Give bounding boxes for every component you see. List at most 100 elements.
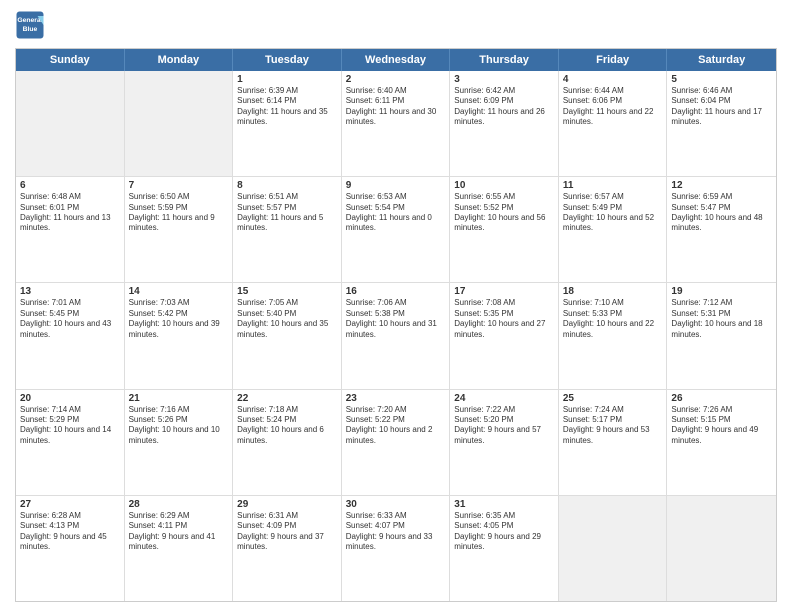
cell-content: Sunrise: 7:05 AM Sunset: 5:40 PM Dayligh… xyxy=(237,298,337,340)
cell-content: Sunrise: 7:18 AM Sunset: 5:24 PM Dayligh… xyxy=(237,405,337,447)
calendar-cell: 13Sunrise: 7:01 AM Sunset: 5:45 PM Dayli… xyxy=(16,283,125,388)
day-number: 27 xyxy=(20,499,120,510)
day-number: 25 xyxy=(563,393,663,404)
calendar-row-3: 20Sunrise: 7:14 AM Sunset: 5:29 PM Dayli… xyxy=(16,390,776,496)
cell-content: Sunrise: 7:08 AM Sunset: 5:35 PM Dayligh… xyxy=(454,298,554,340)
day-number: 15 xyxy=(237,286,337,297)
page: General Blue SundayMondayTuesdayWednesda… xyxy=(0,0,792,612)
calendar-cell: 1Sunrise: 6:39 AM Sunset: 6:14 PM Daylig… xyxy=(233,71,342,176)
calendar-cell: 31Sunrise: 6:35 AM Sunset: 4:05 PM Dayli… xyxy=(450,496,559,601)
calendar: SundayMondayTuesdayWednesdayThursdayFrid… xyxy=(15,48,777,602)
calendar-cell: 2Sunrise: 6:40 AM Sunset: 6:11 PM Daylig… xyxy=(342,71,451,176)
calendar-cell: 8Sunrise: 6:51 AM Sunset: 5:57 PM Daylig… xyxy=(233,177,342,282)
day-number: 14 xyxy=(129,286,229,297)
cell-content: Sunrise: 6:31 AM Sunset: 4:09 PM Dayligh… xyxy=(237,511,337,553)
calendar-body: 1Sunrise: 6:39 AM Sunset: 6:14 PM Daylig… xyxy=(16,71,776,601)
cell-content: Sunrise: 6:55 AM Sunset: 5:52 PM Dayligh… xyxy=(454,192,554,234)
cell-content: Sunrise: 7:24 AM Sunset: 5:17 PM Dayligh… xyxy=(563,405,663,447)
calendar-cell: 14Sunrise: 7:03 AM Sunset: 5:42 PM Dayli… xyxy=(125,283,234,388)
calendar-cell: 6Sunrise: 6:48 AM Sunset: 6:01 PM Daylig… xyxy=(16,177,125,282)
cell-content: Sunrise: 6:40 AM Sunset: 6:11 PM Dayligh… xyxy=(346,86,446,128)
calendar-cell: 3Sunrise: 6:42 AM Sunset: 6:09 PM Daylig… xyxy=(450,71,559,176)
day-number: 22 xyxy=(237,393,337,404)
day-number: 18 xyxy=(563,286,663,297)
calendar-cell: 11Sunrise: 6:57 AM Sunset: 5:49 PM Dayli… xyxy=(559,177,668,282)
calendar-cell: 19Sunrise: 7:12 AM Sunset: 5:31 PM Dayli… xyxy=(667,283,776,388)
calendar-cell: 20Sunrise: 7:14 AM Sunset: 5:29 PM Dayli… xyxy=(16,390,125,495)
cell-content: Sunrise: 7:26 AM Sunset: 5:15 PM Dayligh… xyxy=(671,405,772,447)
day-number: 21 xyxy=(129,393,229,404)
calendar-cell: 5Sunrise: 6:46 AM Sunset: 6:04 PM Daylig… xyxy=(667,71,776,176)
day-number: 2 xyxy=(346,74,446,85)
header-day-wednesday: Wednesday xyxy=(342,49,451,71)
calendar-cell: 28Sunrise: 6:29 AM Sunset: 4:11 PM Dayli… xyxy=(125,496,234,601)
day-number: 6 xyxy=(20,180,120,191)
calendar-cell: 27Sunrise: 6:28 AM Sunset: 4:13 PM Dayli… xyxy=(16,496,125,601)
day-number: 29 xyxy=(237,499,337,510)
calendar-cell: 23Sunrise: 7:20 AM Sunset: 5:22 PM Dayli… xyxy=(342,390,451,495)
day-number: 11 xyxy=(563,180,663,191)
cell-content: Sunrise: 7:22 AM Sunset: 5:20 PM Dayligh… xyxy=(454,405,554,447)
calendar-cell: 21Sunrise: 7:16 AM Sunset: 5:26 PM Dayli… xyxy=(125,390,234,495)
calendar-cell xyxy=(667,496,776,601)
cell-content: Sunrise: 6:46 AM Sunset: 6:04 PM Dayligh… xyxy=(671,86,772,128)
cell-content: Sunrise: 6:29 AM Sunset: 4:11 PM Dayligh… xyxy=(129,511,229,553)
cell-content: Sunrise: 6:50 AM Sunset: 5:59 PM Dayligh… xyxy=(129,192,229,234)
day-number: 13 xyxy=(20,286,120,297)
header-day-friday: Friday xyxy=(559,49,668,71)
day-number: 31 xyxy=(454,499,554,510)
day-number: 3 xyxy=(454,74,554,85)
cell-content: Sunrise: 7:01 AM Sunset: 5:45 PM Dayligh… xyxy=(20,298,120,340)
calendar-row-0: 1Sunrise: 6:39 AM Sunset: 6:14 PM Daylig… xyxy=(16,71,776,177)
calendar-row-1: 6Sunrise: 6:48 AM Sunset: 6:01 PM Daylig… xyxy=(16,177,776,283)
cell-content: Sunrise: 6:42 AM Sunset: 6:09 PM Dayligh… xyxy=(454,86,554,128)
calendar-cell: 25Sunrise: 7:24 AM Sunset: 5:17 PM Dayli… xyxy=(559,390,668,495)
day-number: 5 xyxy=(671,74,772,85)
calendar-cell xyxy=(559,496,668,601)
calendar-cell: 15Sunrise: 7:05 AM Sunset: 5:40 PM Dayli… xyxy=(233,283,342,388)
header-day-sunday: Sunday xyxy=(16,49,125,71)
logo-icon: General Blue xyxy=(15,10,45,40)
svg-text:Blue: Blue xyxy=(23,26,38,33)
cell-content: Sunrise: 6:59 AM Sunset: 5:47 PM Dayligh… xyxy=(671,192,772,234)
calendar-cell: 16Sunrise: 7:06 AM Sunset: 5:38 PM Dayli… xyxy=(342,283,451,388)
logo: General Blue xyxy=(15,10,49,40)
header: General Blue xyxy=(15,10,777,40)
day-number: 4 xyxy=(563,74,663,85)
calendar-cell: 4Sunrise: 6:44 AM Sunset: 6:06 PM Daylig… xyxy=(559,71,668,176)
day-number: 1 xyxy=(237,74,337,85)
cell-content: Sunrise: 7:14 AM Sunset: 5:29 PM Dayligh… xyxy=(20,405,120,447)
cell-content: Sunrise: 6:53 AM Sunset: 5:54 PM Dayligh… xyxy=(346,192,446,234)
calendar-cell: 24Sunrise: 7:22 AM Sunset: 5:20 PM Dayli… xyxy=(450,390,559,495)
calendar-cell: 18Sunrise: 7:10 AM Sunset: 5:33 PM Dayli… xyxy=(559,283,668,388)
calendar-cell: 22Sunrise: 7:18 AM Sunset: 5:24 PM Dayli… xyxy=(233,390,342,495)
calendar-cell: 26Sunrise: 7:26 AM Sunset: 5:15 PM Dayli… xyxy=(667,390,776,495)
calendar-cell xyxy=(125,71,234,176)
calendar-cell: 10Sunrise: 6:55 AM Sunset: 5:52 PM Dayli… xyxy=(450,177,559,282)
day-number: 30 xyxy=(346,499,446,510)
day-number: 26 xyxy=(671,393,772,404)
day-number: 28 xyxy=(129,499,229,510)
day-number: 10 xyxy=(454,180,554,191)
header-day-thursday: Thursday xyxy=(450,49,559,71)
cell-content: Sunrise: 7:16 AM Sunset: 5:26 PM Dayligh… xyxy=(129,405,229,447)
calendar-row-4: 27Sunrise: 6:28 AM Sunset: 4:13 PM Dayli… xyxy=(16,496,776,601)
cell-content: Sunrise: 7:06 AM Sunset: 5:38 PM Dayligh… xyxy=(346,298,446,340)
day-number: 17 xyxy=(454,286,554,297)
cell-content: Sunrise: 6:35 AM Sunset: 4:05 PM Dayligh… xyxy=(454,511,554,553)
day-number: 16 xyxy=(346,286,446,297)
cell-content: Sunrise: 6:51 AM Sunset: 5:57 PM Dayligh… xyxy=(237,192,337,234)
cell-content: Sunrise: 7:03 AM Sunset: 5:42 PM Dayligh… xyxy=(129,298,229,340)
day-number: 23 xyxy=(346,393,446,404)
cell-content: Sunrise: 6:48 AM Sunset: 6:01 PM Dayligh… xyxy=(20,192,120,234)
calendar-cell: 7Sunrise: 6:50 AM Sunset: 5:59 PM Daylig… xyxy=(125,177,234,282)
header-day-monday: Monday xyxy=(125,49,234,71)
calendar-row-2: 13Sunrise: 7:01 AM Sunset: 5:45 PM Dayli… xyxy=(16,283,776,389)
calendar-cell: 29Sunrise: 6:31 AM Sunset: 4:09 PM Dayli… xyxy=(233,496,342,601)
day-number: 9 xyxy=(346,180,446,191)
calendar-cell: 12Sunrise: 6:59 AM Sunset: 5:47 PM Dayli… xyxy=(667,177,776,282)
day-number: 8 xyxy=(237,180,337,191)
cell-content: Sunrise: 6:39 AM Sunset: 6:14 PM Dayligh… xyxy=(237,86,337,128)
cell-content: Sunrise: 6:28 AM Sunset: 4:13 PM Dayligh… xyxy=(20,511,120,553)
day-number: 12 xyxy=(671,180,772,191)
